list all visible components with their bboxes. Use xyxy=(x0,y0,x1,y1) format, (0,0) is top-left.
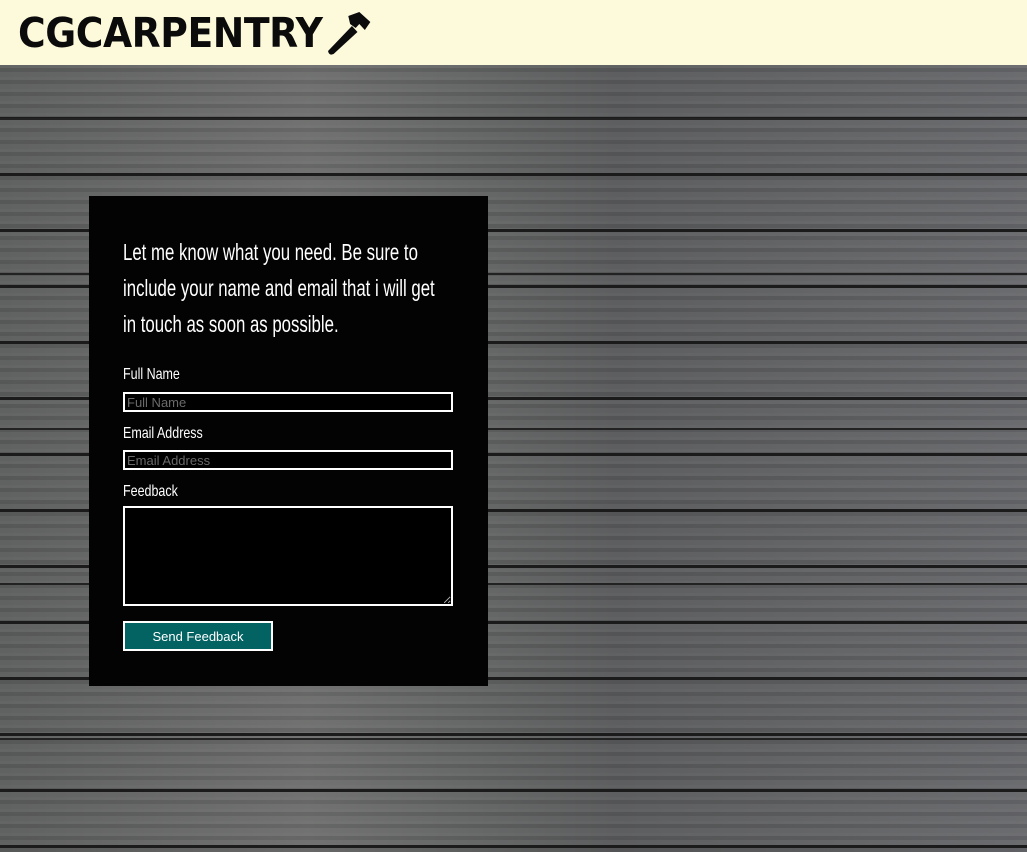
feedback-panel: Let me know what you need. Be sure to in… xyxy=(89,196,488,686)
feedback-textarea[interactable] xyxy=(123,506,453,606)
hammer-icon xyxy=(328,11,371,55)
brand-logo[interactable]: CGCARPENTRY xyxy=(18,9,372,57)
intro-text: Let me know what you need. Be sure to in… xyxy=(123,239,435,337)
email-label: Email Address xyxy=(123,425,203,442)
brand-name: CGCARPENTRY xyxy=(18,8,323,57)
feedback-label: Feedback xyxy=(123,483,178,500)
full-name-input[interactable] xyxy=(123,392,453,412)
plank-seam xyxy=(0,118,1027,120)
full-name-label: Full Name xyxy=(123,366,180,383)
site-header: CGCARPENTRY xyxy=(0,0,1027,65)
send-feedback-button[interactable]: Send Feedback xyxy=(123,621,273,651)
email-input[interactable] xyxy=(123,450,453,470)
plank-seam xyxy=(0,738,1027,740)
